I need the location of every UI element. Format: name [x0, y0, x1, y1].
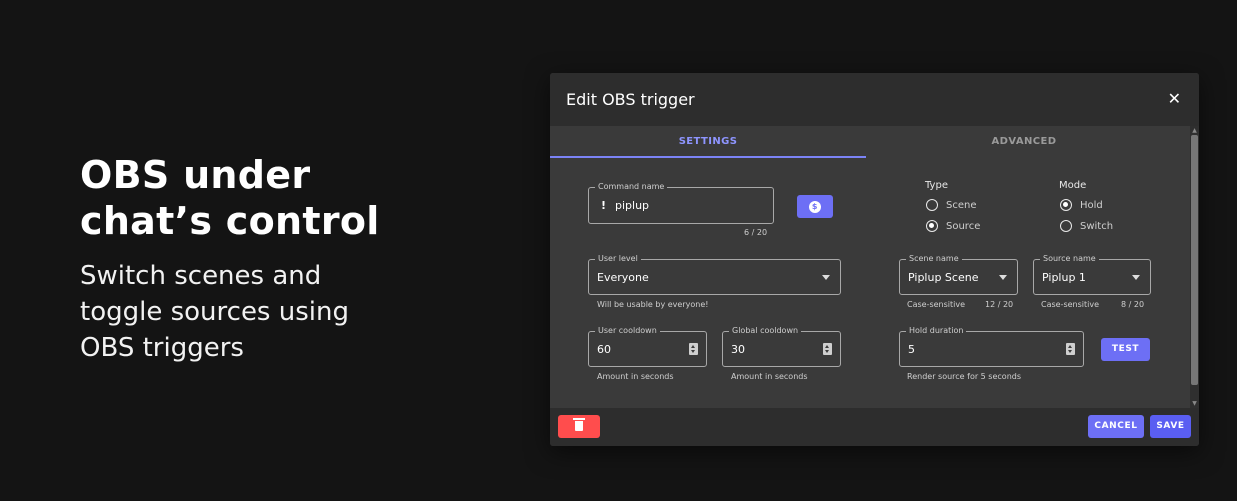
dialog-title: Edit OBS trigger — [566, 90, 695, 109]
radio-unchecked-icon — [926, 199, 938, 211]
hold-duration-value: 5 — [908, 342, 915, 356]
hero-subtitle-line1: Switch scenes and — [80, 261, 322, 291]
user-level-select[interactable]: User level Everyone — [588, 254, 841, 295]
radio-mode-switch[interactable]: Switch — [1060, 220, 1113, 232]
hero-subtitle-line2: toggle sources using — [80, 297, 349, 327]
hero-subtitle: Switch scenes and toggle sources using O… — [80, 258, 500, 366]
user-cooldown-helper: Amount in seconds — [597, 372, 674, 381]
command-name-value: piplup — [615, 199, 650, 212]
chevron-down-icon — [822, 275, 830, 280]
chevron-down-icon — [999, 275, 1007, 280]
global-cooldown-input[interactable]: Global cooldown 30 — [722, 326, 841, 367]
radio-mode-hold[interactable]: Hold — [1060, 199, 1103, 211]
edit-obs-trigger-dialog: Edit OBS trigger ✕ SETTINGS ADVANCED ▲ ▼… — [550, 73, 1199, 446]
radio-mode-hold-label: Hold — [1080, 199, 1103, 211]
dialog-header: Edit OBS trigger ✕ — [550, 73, 1199, 126]
spinner-icon[interactable] — [1066, 343, 1075, 355]
radio-type-scene[interactable]: Scene — [926, 199, 977, 211]
user-level-helper: Will be usable by everyone! — [597, 300, 709, 309]
dialog-footer: CANCEL SAVE — [550, 408, 1199, 446]
scrollbar[interactable]: ▲ ▼ — [1190, 126, 1199, 408]
tab-settings[interactable]: SETTINGS — [550, 126, 866, 158]
hero-title-line2: chat’s control — [80, 199, 380, 243]
scroll-thumb[interactable] — [1191, 135, 1198, 385]
cost-button[interactable]: $ — [797, 195, 833, 218]
chevron-down-icon — [1132, 275, 1140, 280]
spinner-icon[interactable] — [689, 343, 698, 355]
close-icon[interactable]: ✕ — [1168, 89, 1181, 108]
hero-title-line1: OBS under — [80, 153, 311, 197]
radio-checked-icon — [926, 220, 938, 232]
radio-mode-switch-label: Switch — [1080, 220, 1114, 232]
source-name-helper: Case-sensitive — [1041, 300, 1100, 309]
scene-name-helper: Case-sensitive — [907, 300, 966, 309]
hold-duration-input[interactable]: Hold duration 5 — [899, 326, 1084, 367]
hero-section: OBS under chat’s control Switch scenes a… — [80, 152, 500, 366]
tab-advanced[interactable]: ADVANCED — [866, 126, 1182, 158]
scene-name-select[interactable]: Scene name Piplup Scene — [899, 254, 1018, 295]
command-name-field[interactable]: Command name ! piplup — [588, 182, 774, 224]
radio-checked-icon — [1060, 199, 1072, 211]
hold-duration-helper: Render source for 5 seconds — [907, 372, 1022, 381]
scene-name-value: Piplup Scene — [908, 270, 979, 284]
hold-duration-label: Hold duration — [906, 326, 967, 336]
scroll-down-icon[interactable]: ▼ — [1190, 400, 1199, 407]
dollar-icon: $ — [809, 200, 821, 213]
save-button[interactable]: SAVE — [1150, 415, 1191, 438]
radio-type-source-label: Source — [946, 220, 981, 232]
mode-title: Mode — [1059, 180, 1087, 191]
scene-name-counter: 12 / 20 — [985, 300, 1014, 309]
command-name-counter: 6 / 20 — [744, 228, 768, 237]
exclamation-icon: ! — [601, 199, 607, 212]
trash-icon — [573, 418, 585, 431]
hero-subtitle-line3: OBS triggers — [80, 333, 244, 363]
test-button[interactable]: TEST — [1101, 338, 1150, 361]
scroll-up-icon[interactable]: ▲ — [1190, 127, 1199, 134]
global-cooldown-helper: Amount in seconds — [731, 372, 808, 381]
source-name-value: Piplup 1 — [1042, 270, 1086, 284]
source-name-counter: 8 / 20 — [1121, 300, 1145, 309]
radio-type-source[interactable]: Source — [926, 220, 980, 232]
global-cooldown-value: 30 — [731, 342, 745, 356]
spinner-icon[interactable] — [823, 343, 832, 355]
cancel-button[interactable]: CANCEL — [1088, 415, 1144, 438]
hero-title: OBS under chat’s control — [80, 152, 500, 244]
source-name-select[interactable]: Source name Piplup 1 — [1033, 254, 1151, 295]
tab-bar: SETTINGS ADVANCED — [550, 126, 1182, 158]
user-level-value: Everyone — [597, 270, 649, 284]
radio-unchecked-icon — [1060, 220, 1072, 232]
user-cooldown-input[interactable]: User cooldown 60 — [588, 326, 707, 367]
delete-button[interactable] — [558, 415, 600, 438]
type-title: Type — [925, 180, 948, 191]
user-cooldown-value: 60 — [597, 342, 611, 356]
radio-type-scene-label: Scene — [946, 199, 977, 211]
